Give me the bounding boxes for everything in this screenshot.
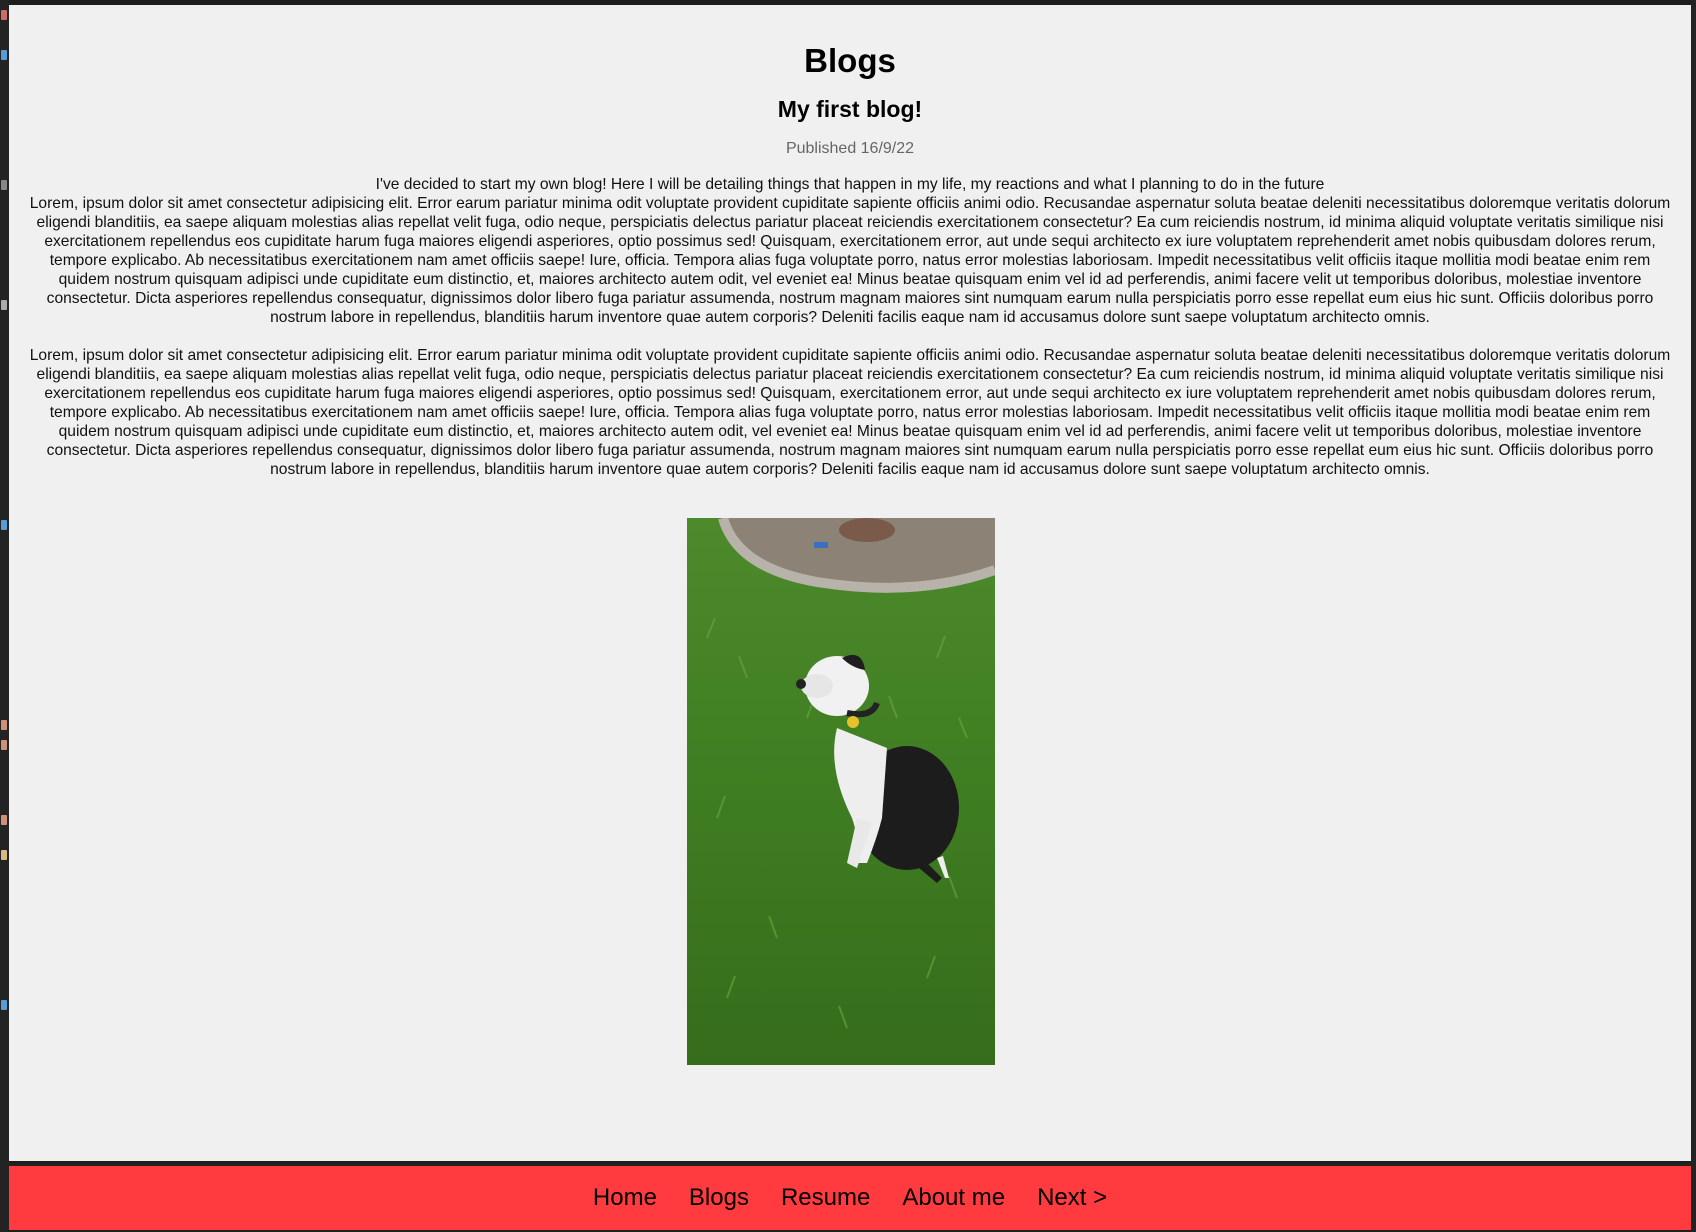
code-glyph	[1, 720, 7, 730]
code-glyph	[1, 520, 7, 530]
post-paragraph: Lorem, ipsum dolor sit amet consectetur …	[29, 347, 1671, 478]
code-glyph	[1, 50, 7, 60]
code-glyph	[1, 10, 7, 20]
code-glyph	[1, 740, 7, 750]
dog-photo-illustration	[687, 518, 995, 1065]
dog-photo	[687, 518, 995, 1065]
editor-right-gutter	[1691, 0, 1696, 1232]
nav-link-home[interactable]: Home	[593, 1184, 657, 1212]
code-glyph	[1, 1000, 7, 1010]
post-body: I've decided to start my own blog! Here …	[25, 175, 1675, 498]
published-date: Published 16/9/22	[785, 140, 915, 157]
code-glyph	[1, 300, 7, 310]
bottom-navbar: Home Blogs Resume About me Next >	[9, 1163, 1691, 1230]
nav-link-about-me[interactable]: About me	[902, 1184, 1005, 1212]
post-intro: I've decided to start my own blog! Here …	[375, 176, 1325, 193]
code-glyph	[1, 180, 7, 190]
post-title: My first blog!	[777, 96, 923, 122]
code-glyph	[1, 815, 7, 825]
code-glyph	[1, 850, 7, 860]
nav-link-next[interactable]: Next >	[1037, 1184, 1107, 1212]
page-title: Blogs	[804, 42, 896, 79]
post-paragraph: Lorem, ipsum dolor sit amet consectetur …	[29, 195, 1671, 326]
nav-link-resume[interactable]: Resume	[781, 1184, 870, 1212]
nav-link-blogs[interactable]: Blogs	[689, 1184, 749, 1212]
